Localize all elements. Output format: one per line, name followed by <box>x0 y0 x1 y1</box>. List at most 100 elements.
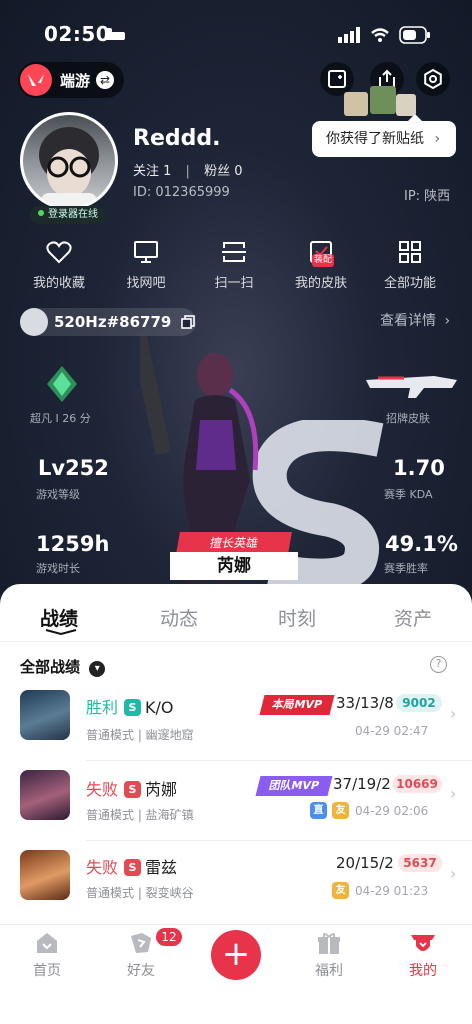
quick-action-label: 找网吧 <box>126 276 166 291</box>
friends-notification-badge: 12 <box>156 928 182 946</box>
online-label: 登录器在线 <box>48 209 98 220</box>
match-date: 04-29 02:06 <box>355 804 429 818</box>
view-details-link[interactable]: 查看详情 › <box>380 310 450 330</box>
season-winrate-label: 赛季胜率 <box>384 562 428 575</box>
quick-action-scan[interactable]: 扫一扫 <box>189 240 279 291</box>
game-account-tag[interactable]: 520Hz#86779 <box>20 308 196 336</box>
mvp-badge: 团队MVP <box>255 776 333 796</box>
best-hero-name[interactable]: 芮娜 <box>170 552 298 580</box>
match-result: 失败 <box>86 858 119 877</box>
tab-assets[interactable]: 资产 <box>394 604 432 631</box>
follow-stats[interactable]: 关注 1 | 粉丝 0 <box>133 160 242 179</box>
match-row[interactable]: 胜利 S K/O 普通模式 | 幽邃地窟 本局MVP 33/13/8 9002 04… <box>0 680 472 762</box>
chevron-right-icon: › <box>450 704 457 723</box>
ip-location: IP: 陕西 <box>404 189 451 204</box>
agent-portrait-kayo <box>20 690 70 740</box>
tab-feed[interactable]: 动态 <box>160 604 198 631</box>
app-switcher[interactable]: 端游 ⇄ <box>18 62 124 98</box>
match-kda: 33/13/8 <box>336 694 394 712</box>
match-result-line: 失败 S 芮娜 <box>86 776 177 800</box>
match-row[interactable]: 失败 S 雷兹 普通模式 | 裂变峡谷 20/15/2 5637 友 04-29 0… <box>0 842 472 924</box>
active-tab-indicator <box>45 629 77 636</box>
avatar[interactable] <box>20 112 118 210</box>
tab-divider <box>0 641 472 642</box>
rank-label: 超凡 I 26 分 <box>30 412 91 425</box>
season-winrate-value: 49.1% <box>385 532 458 556</box>
tab-records[interactable]: 战绩 <box>40 604 78 631</box>
records-filter-dropdown[interactable]: 全部战绩 ▾ <box>20 656 106 677</box>
season-kda-label: 赛季 KDA <box>384 488 433 501</box>
match-result: 失败 <box>86 780 119 799</box>
chevron-right-icon: › <box>444 313 451 329</box>
user-id: ID: 012365999 <box>133 185 230 200</box>
game-avatar-icon <box>20 308 48 336</box>
match-kda: 37/19/2 <box>333 775 391 793</box>
valorant-logo-icon <box>20 64 52 96</box>
nav-label: 首页 <box>33 963 61 979</box>
tooltip-text: 你获得了新贴纸 <box>326 131 424 147</box>
row-divider <box>86 840 472 841</box>
follow-separator: | <box>185 164 190 179</box>
agent-name: K/O <box>145 698 174 717</box>
status-bar: 02:50 <box>0 0 472 60</box>
fans-count[interactable]: 粉丝 0 <box>204 164 242 179</box>
nav-profile[interactable]: 我的 <box>388 930 458 980</box>
username: Reddd. <box>133 126 221 151</box>
quick-action-label: 全部功能 <box>383 276 436 291</box>
app-name: 端游 <box>60 71 91 90</box>
friends-icon <box>131 933 151 953</box>
records-filter-label: 全部战绩 <box>20 658 81 676</box>
match-kda: 20/15/2 <box>336 854 394 872</box>
nav-label: 福利 <box>315 963 343 979</box>
match-row[interactable]: 失败 S 芮娜 普通模式 | 盐海矿镇 团队MVP 37/19/2 10669 直 … <box>0 762 472 844</box>
following-count[interactable]: 关注 1 <box>133 164 171 179</box>
game-level-value: Lv252 <box>38 456 109 480</box>
nav-benefits[interactable]: 福利 <box>294 930 364 980</box>
friend-badge-icon: 友 <box>332 882 349 899</box>
wifi-icon <box>371 28 389 42</box>
gear-icon <box>424 69 442 89</box>
nav-label: 好友 <box>127 963 155 979</box>
friend-badge-icon: 友 <box>332 802 349 819</box>
new-sticker-tooltip[interactable]: 你获得了新贴纸 › <box>312 114 456 157</box>
quick-action-all-features[interactable]: 全部功能 <box>365 240 455 291</box>
agent-name: 雷兹 <box>145 858 178 877</box>
quick-action-skins[interactable]: 装配 我的皮肤 <box>276 240 366 291</box>
avatar-image <box>39 127 99 207</box>
quick-action-label: 我的收藏 <box>32 276 85 291</box>
quick-action-label: 扫一扫 <box>214 276 254 291</box>
row-divider <box>86 760 472 761</box>
quick-action-favorites[interactable]: 我的收藏 <box>14 240 104 291</box>
create-post-button[interactable]: + <box>211 930 261 980</box>
tooltip-chevron-icon: › <box>434 131 441 147</box>
grid-icon <box>399 241 421 263</box>
match-date: 04-29 02:47 <box>355 724 429 738</box>
battery-icon <box>399 26 430 44</box>
tab-moments[interactable]: 时刻 <box>278 604 316 631</box>
showcase-skin-image[interactable] <box>364 368 459 400</box>
view-details-label: 查看详情 <box>380 313 436 329</box>
match-mode-map: 普通模式 | 盐海矿镇 <box>86 808 194 822</box>
showcase-skin-label: 招牌皮肤 <box>386 412 430 425</box>
live-video-icon: 直 <box>310 802 327 819</box>
match-date: 04-29 01:23 <box>355 884 429 898</box>
rank-emblem-icon <box>47 366 77 402</box>
match-mode-map: 普通模式 | 裂变峡谷 <box>86 886 194 900</box>
online-dot-icon <box>38 210 44 216</box>
settings-button[interactable] <box>416 62 450 96</box>
nav-home[interactable]: 首页 <box>12 930 82 980</box>
online-status-badge: 登录器在线 <box>30 206 106 224</box>
mode-badge: S <box>124 859 142 876</box>
nav-label: 我的 <box>409 963 437 979</box>
sleep-mode-icon <box>105 28 125 40</box>
game-level-label: 游戏等级 <box>36 488 80 501</box>
quick-action-label: 我的皮肤 <box>294 276 347 291</box>
copy-icon[interactable] <box>181 315 196 329</box>
gift-icon <box>318 933 340 954</box>
play-hours-label: 游戏时长 <box>36 562 80 575</box>
quick-action-find-cafe[interactable]: 找网吧 <box>101 240 191 291</box>
match-points: 10669 <box>392 775 442 793</box>
equip-tag: 装配 <box>312 254 334 267</box>
help-icon[interactable]: ? <box>430 656 447 673</box>
cellular-signal-icon <box>338 27 360 43</box>
